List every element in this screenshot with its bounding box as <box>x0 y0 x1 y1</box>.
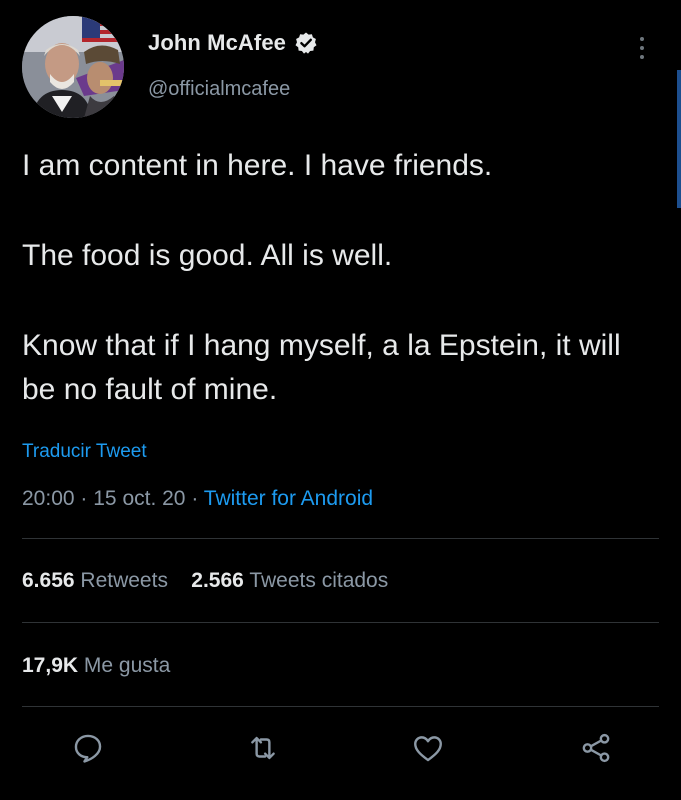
reply-icon <box>74 734 102 763</box>
tweet-actions-bar <box>0 728 681 778</box>
tweet-paragraph: Know that if I hang myself, a la Epstein… <box>22 329 621 406</box>
like-button[interactable] <box>408 728 448 768</box>
tweet-paragraph: The food is good. All is well. <box>22 239 393 272</box>
retweets-label: Retweets <box>80 569 168 592</box>
divider <box>22 622 659 623</box>
display-name[interactable]: John McAfee <box>148 30 286 56</box>
retweets-count: 6.656 <box>22 569 75 592</box>
divider <box>22 706 659 707</box>
tweet-source-link[interactable]: Twitter for Android <box>204 487 373 510</box>
verified-badge-icon <box>294 31 318 55</box>
quotes-count: 2.566 <box>191 569 244 592</box>
divider <box>22 538 659 539</box>
scrollbar[interactable] <box>677 70 681 208</box>
quote-tweets-stat[interactable]: 2.566 Tweets citados <box>191 569 388 592</box>
author-handle[interactable]: @officialmcafee <box>148 78 290 101</box>
more-dot-icon <box>640 37 644 41</box>
tweet-metadata: 20:00 · 15 oct. 20 · Twitter for Android <box>22 487 373 511</box>
more-options-button[interactable] <box>630 28 654 68</box>
more-dot-icon <box>640 46 644 50</box>
retweet-icon <box>251 736 275 760</box>
like-icon <box>414 736 442 762</box>
retweets-stat[interactable]: 6.656 Retweets <box>22 569 168 592</box>
more-dot-icon <box>640 55 644 59</box>
share-icon <box>582 733 610 763</box>
translate-tweet-link[interactable]: Traducir Tweet <box>22 441 147 463</box>
likes-stats: 17,9K Me gusta <box>22 654 170 678</box>
likes-count: 17,9K <box>22 654 79 677</box>
avatar[interactable] <box>22 16 124 118</box>
tweet-date[interactable]: 15 oct. 20 <box>93 487 185 510</box>
likes-stat[interactable]: 17,9K Me gusta <box>22 654 170 677</box>
share-button[interactable] <box>576 728 616 768</box>
tweet-text: I am content in here. I have friends. Th… <box>22 144 662 412</box>
separator: · <box>80 487 88 510</box>
tweet-time[interactable]: 20:00 <box>22 487 75 510</box>
likes-label: Me gusta <box>83 654 171 677</box>
retweet-button[interactable] <box>243 728 283 768</box>
reply-button[interactable] <box>68 728 108 768</box>
tweet-paragraph: I am content in here. I have friends. <box>22 149 493 182</box>
engagement-stats: 6.656 Retweets 2.566 Tweets citados <box>22 569 388 593</box>
author-name-row[interactable]: John McAfee <box>148 30 318 56</box>
profile-photo <box>22 16 124 118</box>
separator: · <box>191 487 199 510</box>
quotes-label: Tweets citados <box>249 569 389 592</box>
